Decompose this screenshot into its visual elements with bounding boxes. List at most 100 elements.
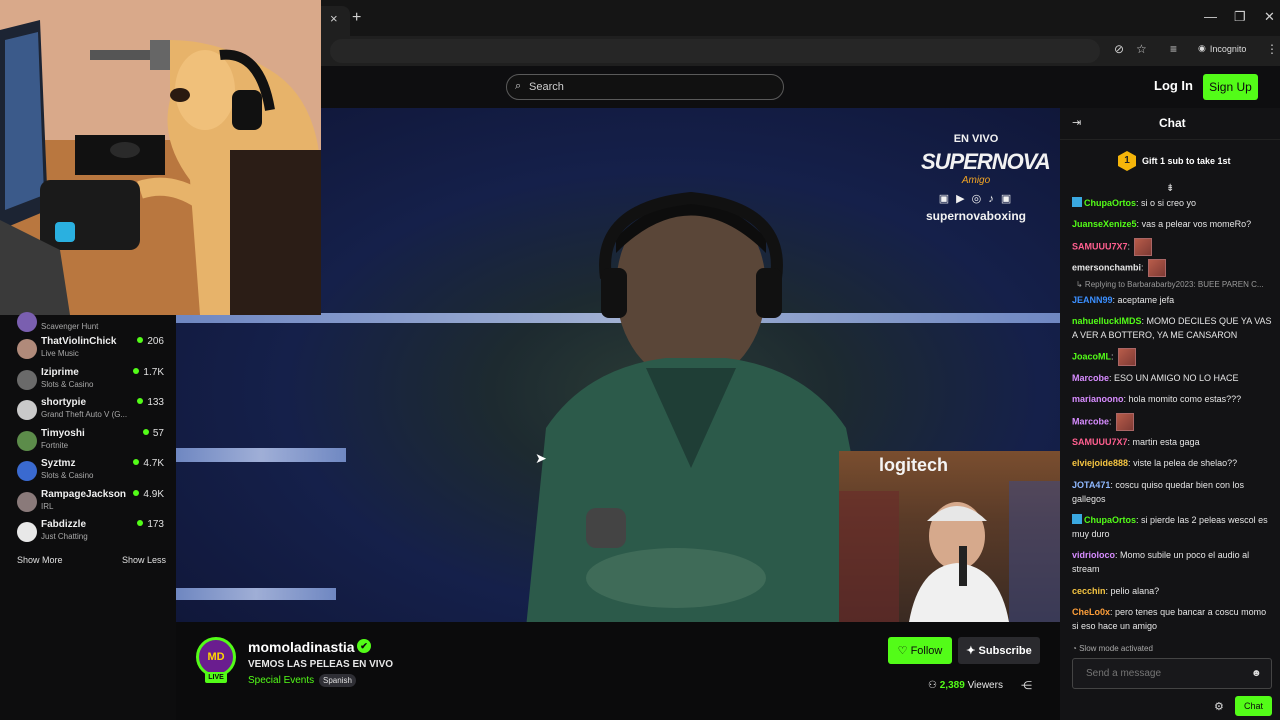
chat-message: JoacoML: bbox=[1072, 348, 1272, 366]
channel-avatar bbox=[17, 400, 37, 420]
channel-category: Slots & Casino bbox=[41, 380, 94, 389]
reading-list-icon[interactable]: ≡ bbox=[1170, 42, 1177, 56]
channel-name: Fabdizzle bbox=[41, 519, 87, 530]
chat-message-input[interactable] bbox=[1072, 658, 1272, 689]
follow-button[interactable]: ♡ Follow bbox=[888, 637, 952, 664]
channel-avatar-text: MD bbox=[207, 651, 225, 663]
star-icon: ✦ bbox=[966, 645, 976, 657]
channel-avatar bbox=[17, 312, 37, 332]
chat-settings-icon[interactable]: ⚙ bbox=[1214, 700, 1224, 713]
incognito-icon: ◉ bbox=[1198, 43, 1206, 53]
restore-icon[interactable]: ❐ bbox=[1234, 9, 1246, 25]
chat-username[interactable]: SAMUUU7X7 bbox=[1072, 437, 1128, 447]
chat-message: cecchin: pelio alana? bbox=[1072, 584, 1272, 598]
rank-badge-icon: 1 bbox=[1118, 151, 1136, 171]
stream-title: VEMOS LAS PELEAS EN VIVO bbox=[248, 659, 394, 670]
new-tab-icon[interactable]: + bbox=[352, 9, 361, 27]
follow-label: Follow bbox=[910, 645, 943, 657]
stage-light-strip bbox=[176, 448, 346, 462]
sidebar-channel-item[interactable]: Iziprime Slots & Casino 1.7K bbox=[0, 367, 176, 397]
star-icon[interactable]: ☆ bbox=[1136, 42, 1147, 56]
chat-username[interactable]: JEANN99 bbox=[1072, 295, 1113, 305]
emote-icon bbox=[1117, 348, 1136, 366]
eye-off-icon[interactable]: ⊘ bbox=[1114, 42, 1124, 56]
sidebar-channel-item[interactable]: Syztmz Slots & Casino 4.7K bbox=[0, 458, 176, 488]
stream-category-link[interactable]: Special Events bbox=[248, 675, 314, 686]
menu-icon[interactable]: ⋮ bbox=[1266, 42, 1278, 56]
reply-context: ↳ Replying to Barbarabarby2023: BUEE PAR… bbox=[1076, 280, 1264, 289]
show-more-link[interactable]: Show More bbox=[17, 555, 63, 565]
sidebar-channel-item[interactable]: RampageJackson IRL 4.9K bbox=[0, 489, 176, 519]
search-input[interactable]: Search bbox=[529, 81, 564, 93]
chat-username[interactable]: Marcobe bbox=[1072, 416, 1109, 426]
incognito-label: Incognito bbox=[1209, 43, 1247, 54]
live-dot-icon bbox=[142, 429, 149, 435]
minimize-icon[interactable]: — bbox=[1204, 9, 1217, 24]
users-icon: ⚇ bbox=[928, 680, 937, 691]
language-tag[interactable]: Spanish bbox=[319, 674, 356, 687]
chat-username[interactable]: JoacoML bbox=[1072, 351, 1111, 361]
chat-message: Marcobe: bbox=[1072, 413, 1272, 431]
chat-separator: : bbox=[1127, 241, 1131, 252]
chat-username[interactable]: Marcobe bbox=[1072, 373, 1109, 383]
chat-username[interactable]: JuanseXenize5 bbox=[1072, 219, 1137, 229]
login-button[interactable]: Log In bbox=[1154, 78, 1193, 93]
close-window-icon[interactable]: ✕ bbox=[1264, 9, 1275, 25]
sidebar-channel-item[interactable]: Fabdizzle Just Chatting 173 bbox=[0, 519, 176, 549]
sidebar-channel-item[interactable]: Timyoshi Fortnite 57 bbox=[0, 428, 176, 458]
chat-separator: : bbox=[1111, 351, 1114, 362]
chat-message: CheLo0x: pero tenes que bancar a coscu m… bbox=[1072, 605, 1272, 633]
signup-button[interactable]: Sign Up bbox=[1203, 74, 1258, 100]
dog-at-desk-image bbox=[0, 0, 321, 315]
collapse-chat-icon[interactable]: ⇥ bbox=[1072, 116, 1081, 129]
chat-username[interactable]: SAMUUU7X7 bbox=[1072, 241, 1128, 251]
live-badge: LIVE bbox=[205, 672, 227, 683]
tab-close-icon[interactable]: × bbox=[330, 11, 338, 26]
chat-username[interactable]: ChupaOrtos bbox=[1084, 198, 1136, 208]
chat-message-text: hola momito como estas??? bbox=[1126, 394, 1242, 404]
chat-username[interactable]: cecchin bbox=[1072, 586, 1106, 596]
channel-name: Syztmz bbox=[41, 458, 76, 469]
chat-message: ChupaOrtos: si pierde las 2 peleas wesco… bbox=[1072, 513, 1272, 541]
gift-sub-leaderboard[interactable]: 1 Gift 1 sub to take 1st bbox=[1118, 151, 1231, 171]
chat-username[interactable]: ChupaOrtos bbox=[1084, 515, 1136, 525]
channel-avatar bbox=[17, 522, 37, 542]
chat-message: JEANN99: aceptame jefa bbox=[1072, 293, 1272, 307]
incognito-indicator[interactable]: ◉ Incognito bbox=[1198, 43, 1246, 54]
viewer-counter: ⚇ 2,389 Viewers bbox=[928, 680, 1003, 691]
search-icon: ⌕ bbox=[515, 80, 522, 92]
chat-username[interactable]: elviejoide888 bbox=[1072, 458, 1128, 468]
viewer-count-number: 2,389 bbox=[939, 680, 965, 691]
chat-username[interactable]: emersonchambi bbox=[1072, 262, 1141, 272]
viewer-count: 206 bbox=[137, 336, 164, 347]
sidebar-channel-item[interactable]: ThatViolinChick Live Music 206 bbox=[0, 336, 176, 366]
search-box[interactable]: ⌕ Search bbox=[506, 74, 784, 100]
chat-username[interactable]: vidrioloco bbox=[1072, 550, 1115, 560]
chat-username[interactable]: marianoono bbox=[1072, 394, 1124, 404]
viewer-count: 4.7K bbox=[133, 458, 164, 469]
chat-message: JuanseXenize5: vas a pelear vos momeRo? bbox=[1072, 217, 1272, 231]
chat-send-button[interactable]: Chat bbox=[1235, 696, 1272, 716]
channel-name-title[interactable]: momoladinastia bbox=[248, 639, 355, 655]
subscriber-badge-icon bbox=[1072, 197, 1082, 207]
share-icon[interactable]: ⋲ bbox=[1021, 679, 1032, 692]
chat-username[interactable]: nahuellucklMDS bbox=[1072, 316, 1142, 326]
subscribe-button[interactable]: ✦ Subscribe bbox=[958, 637, 1040, 664]
emoji-icon[interactable]: ☻ bbox=[1251, 668, 1262, 679]
overlay-handle: supernovaboxing bbox=[925, 209, 1026, 223]
pinned-message-icon[interactable]: ⇟ bbox=[1166, 183, 1174, 194]
channel-avatar-main[interactable]: MD bbox=[196, 637, 236, 677]
mouse-cursor-icon: ➤ bbox=[535, 450, 547, 466]
overlay-live-text: EN VIVO bbox=[953, 133, 999, 145]
sidebar-channel-item[interactable]: shortypie Grand Theft Auto V (G... 133 bbox=[0, 397, 176, 427]
subscriber-badge-icon bbox=[1072, 514, 1082, 524]
stage-light-strip bbox=[176, 588, 336, 600]
overlay-sub-text: Amigo bbox=[961, 175, 991, 186]
chat-username[interactable]: CheLo0x bbox=[1072, 607, 1110, 617]
emote-icon bbox=[1115, 413, 1134, 431]
show-less-link[interactable]: Show Less bbox=[122, 555, 166, 565]
sidebar-channel-item[interactable]: Scavenger Hunt bbox=[0, 309, 176, 339]
omnibox[interactable] bbox=[330, 39, 1100, 63]
chat-username[interactable]: JOTA471 bbox=[1072, 480, 1110, 490]
chat-message-text: vas a pelear vos momeRo? bbox=[1139, 219, 1252, 229]
